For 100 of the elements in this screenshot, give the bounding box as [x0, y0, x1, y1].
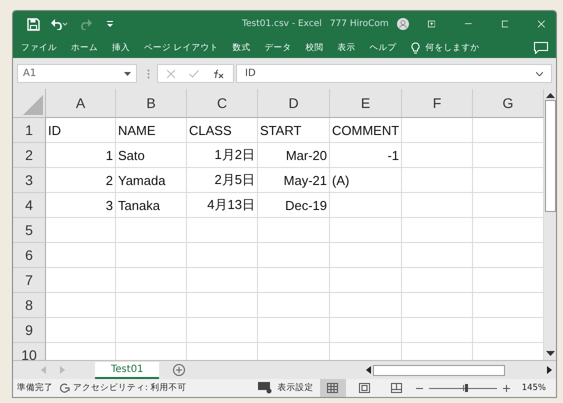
accessibility-status[interactable]: アクセシビリティ: 利用不可	[73, 382, 187, 394]
display-settings-icon[interactable]	[258, 382, 272, 394]
column-header[interactable]: E	[330, 89, 402, 118]
table-cell: May-21	[258, 168, 330, 194]
scroll-down-icon[interactable]	[546, 351, 554, 358]
page-break-icon[interactable]	[391, 383, 402, 394]
minimize-icon[interactable]	[465, 23, 472, 26]
table-cell	[330, 293, 402, 318]
table-cell	[402, 243, 473, 268]
column-header[interactable]: D	[258, 89, 330, 118]
ribbon-tab[interactable]: 数式	[232, 42, 251, 54]
table-cell: (A)	[330, 168, 402, 194]
column-header[interactable]: B	[116, 89, 187, 118]
grip-icon	[147, 68, 150, 79]
table-cell	[402, 168, 473, 194]
table-cell	[116, 243, 187, 268]
row-header[interactable]: 8	[13, 293, 46, 318]
table-cell	[258, 218, 330, 244]
table-cell: Yamada	[116, 168, 187, 194]
table-cell: NAME	[116, 118, 187, 144]
page-layout-icon[interactable]	[359, 383, 370, 394]
column-header[interactable]: A	[46, 89, 116, 118]
dropdown-icon[interactable]	[536, 72, 543, 76]
lightbulb-icon	[410, 42, 420, 55]
maximize-icon[interactable]	[502, 19, 508, 30]
ribbon-tab[interactable]: データ	[264, 42, 292, 54]
table-cell: START	[258, 118, 330, 144]
table-cell: Dec-19	[258, 193, 330, 218]
table-cell: COMMENT	[330, 118, 402, 144]
row-header[interactable]: 6	[13, 243, 46, 268]
undo-icon[interactable]	[50, 18, 68, 30]
row-header[interactable]: 5	[13, 218, 46, 244]
table-cell: Sato	[116, 143, 187, 168]
name-box[interactable]: A1	[17, 64, 137, 84]
close-icon[interactable]	[538, 19, 545, 30]
table-cell	[330, 193, 402, 218]
scroll-right-icon[interactable]	[547, 366, 552, 374]
table-cell	[46, 318, 116, 344]
column-header[interactable]: C	[187, 89, 258, 118]
user-name[interactable]: 777 HiroCom	[330, 19, 389, 30]
sheet-tab[interactable]: Test01	[95, 362, 160, 379]
row-header[interactable]: 2	[13, 143, 46, 168]
column-header[interactable]: F	[402, 89, 473, 118]
row-header[interactable]: 7	[13, 268, 46, 294]
row-header[interactable]: 9	[13, 318, 46, 344]
row-header[interactable]: 4	[13, 193, 46, 218]
ribbon-tab[interactable]: ファイル	[21, 42, 57, 54]
function-icon[interactable]	[213, 68, 224, 79]
table-cell	[330, 243, 402, 268]
column-header[interactable]: G	[473, 89, 544, 118]
table-cell: 2月5日	[187, 168, 258, 194]
table-cell	[46, 293, 116, 318]
table-cell	[402, 193, 473, 218]
table-cell: 3	[46, 193, 116, 218]
table-cell	[402, 318, 473, 344]
ribbon-tab[interactable]: 校閲	[306, 42, 324, 54]
table-cell	[116, 318, 187, 344]
horizontal-scrollbar[interactable]	[366, 364, 552, 376]
zoom-level[interactable]: 145%	[522, 383, 546, 394]
ribbon-tab[interactable]: ヘルプ	[370, 42, 397, 54]
customize-icon[interactable]	[106, 20, 114, 28]
table-cell	[258, 243, 330, 268]
table-cell	[116, 293, 187, 318]
save-icon[interactable]	[27, 18, 40, 31]
zoom-slider[interactable]	[465, 384, 468, 392]
row-header[interactable]: 1	[13, 118, 46, 144]
table-cell	[187, 293, 258, 318]
formula-field[interactable]: ID	[236, 64, 552, 84]
table-cell	[46, 243, 116, 268]
row-header[interactable]: 3	[13, 168, 46, 194]
table-cell	[116, 218, 187, 244]
window-title: Test01.csv - Excel	[242, 19, 322, 30]
table-cell: ID	[46, 118, 116, 144]
row-header[interactable]: 10	[13, 343, 46, 360]
table-cell	[258, 293, 330, 318]
ribbon-tab[interactable]: ホーム	[71, 42, 98, 54]
table-cell: 1	[46, 143, 116, 168]
ribbon-tab[interactable]: 表示	[338, 42, 356, 54]
scroll-left-icon[interactable]	[366, 366, 371, 374]
comment-icon[interactable]	[534, 42, 548, 54]
tell-me-field[interactable]: 何をしますか	[426, 42, 480, 54]
table-cell	[330, 268, 402, 294]
table-cell: -1	[330, 143, 402, 168]
status-text: 準備完了	[17, 382, 53, 394]
ribbon-tab[interactable]: 挿入	[112, 42, 130, 54]
add-sheet-icon[interactable]	[173, 364, 186, 376]
ribbon-display-icon[interactable]	[428, 19, 436, 30]
accessibility-icon[interactable]	[59, 382, 70, 394]
table-cell	[402, 143, 473, 168]
display-settings-label[interactable]: 表示設定	[278, 382, 314, 394]
table-cell	[330, 218, 402, 244]
normal-view-icon[interactable]	[327, 383, 338, 394]
ribbon-tab[interactable]: ページ レイアウト	[144, 42, 219, 54]
zoom-in-icon[interactable]	[502, 384, 510, 392]
table-cell	[187, 318, 258, 344]
table-cell	[402, 268, 473, 294]
table-cell	[402, 218, 473, 244]
table-cell: Mar-20	[258, 143, 330, 168]
table-cell	[402, 118, 473, 144]
table-cell	[46, 268, 116, 294]
